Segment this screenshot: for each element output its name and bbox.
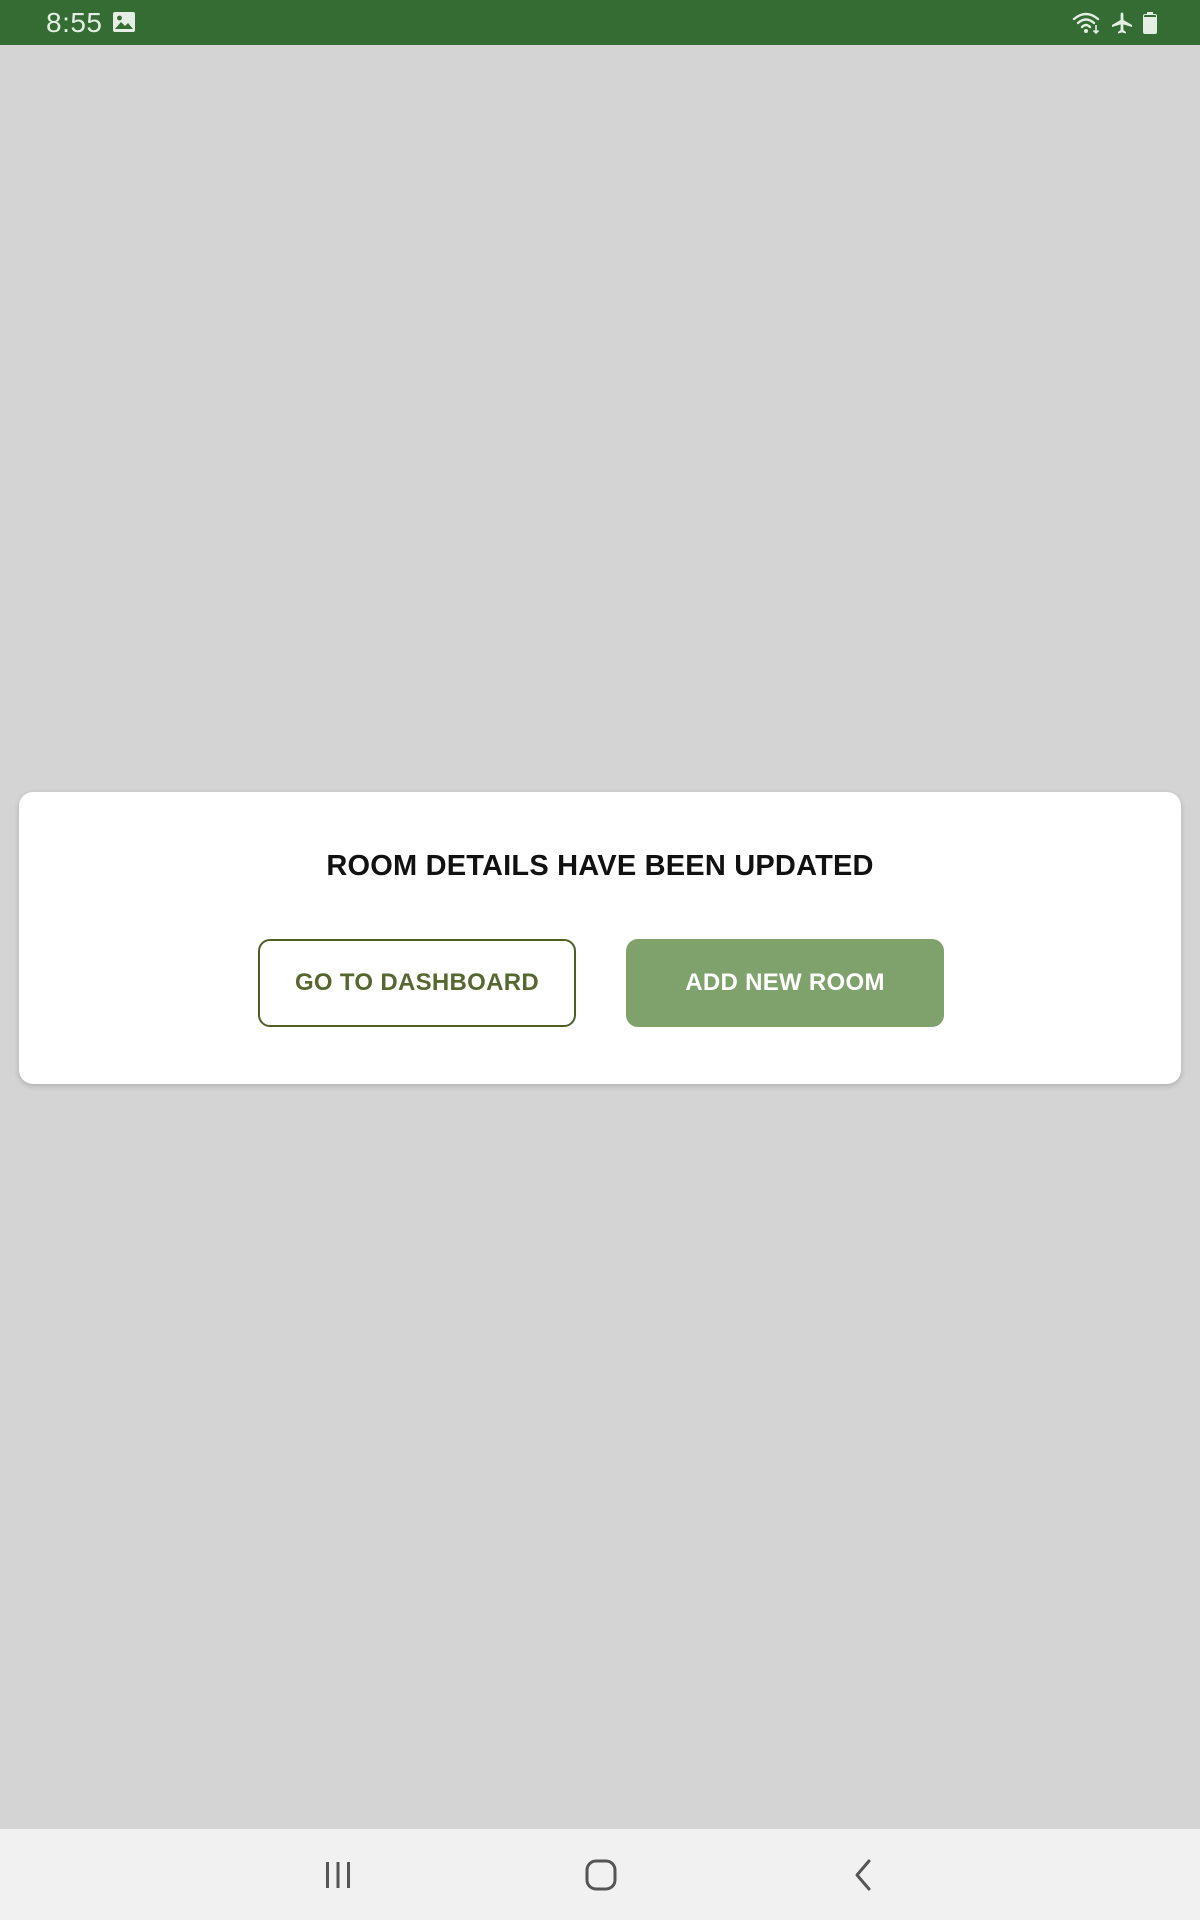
status-bar: 8:55 [0, 0, 1200, 45]
battery-icon [1142, 11, 1158, 35]
airplane-mode-icon [1110, 11, 1134, 35]
recents-icon[interactable] [308, 1851, 368, 1899]
back-icon[interactable] [834, 1851, 894, 1899]
wifi-icon [1072, 11, 1102, 35]
dialog-title: ROOM DETAILS HAVE BEEN UPDATED [326, 850, 874, 882]
update-confirmation-dialog: ROOM DETAILS HAVE BEEN UPDATED GO TO DAS… [19, 792, 1181, 1084]
gallery-icon [112, 11, 136, 33]
home-icon[interactable] [571, 1851, 631, 1899]
status-icons [1072, 10, 1158, 36]
navigation-bar [0, 1829, 1200, 1920]
go-to-dashboard-button[interactable]: GO TO DASHBOARD [258, 939, 576, 1027]
add-new-room-button[interactable]: ADD NEW ROOM [626, 939, 944, 1027]
screen: 8:55 ROOM DETAILS HAVE BEEN UPDATED GO T… [0, 0, 1200, 1920]
status-time: 8:55 [46, 7, 103, 38]
